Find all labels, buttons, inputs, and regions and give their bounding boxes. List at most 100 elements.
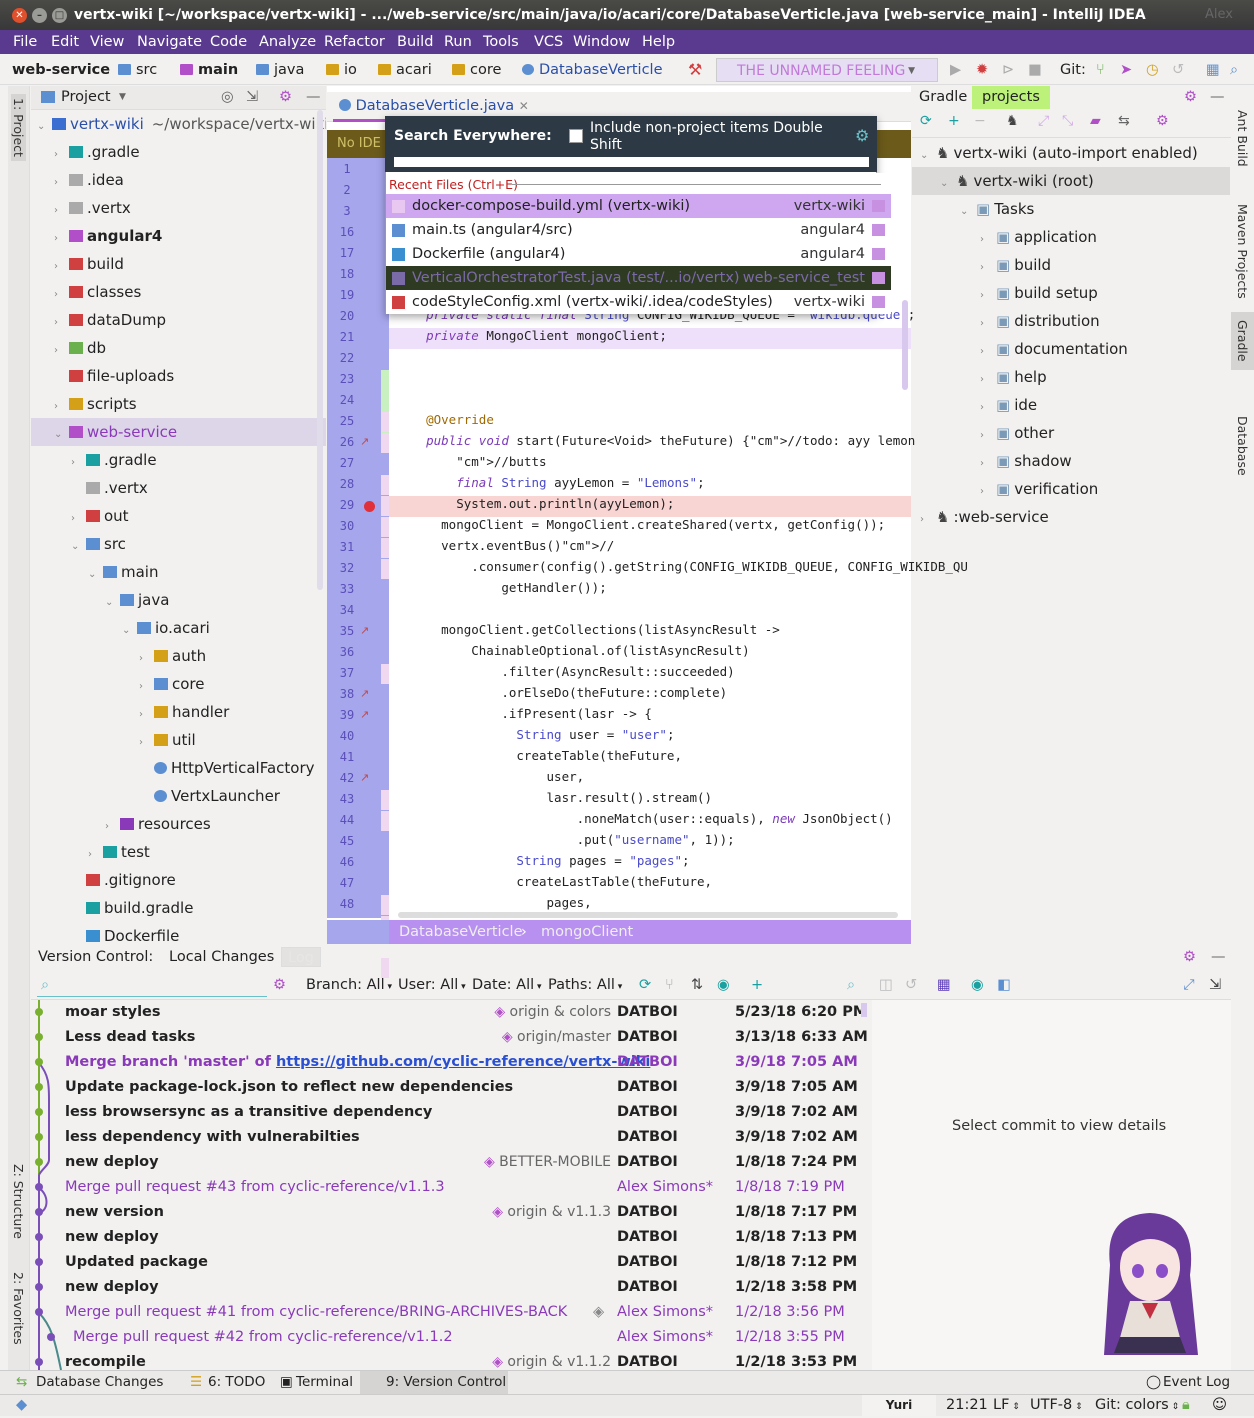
code-line[interactable]: .filter(AsyncResult::succeeded) [396, 664, 734, 679]
override-icon[interactable]: ↗ [360, 435, 369, 448]
coverage-icon[interactable]: ⊳ [1002, 55, 1014, 85]
commit-row[interactable]: Updated package DATBOI 1/8/18 7:12 PM [31, 1250, 871, 1275]
breadcrumb-java[interactable]: java [256, 55, 304, 85]
gradle-tree-item[interactable]: › ▣ documentation [972, 335, 1232, 363]
commit-row[interactable]: new deploy ◈ BETTER-MOBILE DATBOI 1/8/18 7:… [31, 1150, 871, 1175]
code-line[interactable]: user, [396, 769, 585, 784]
commit-row[interactable]: new deploy DATBOI 1/8/18 7:13 PM [31, 1225, 871, 1250]
encoding[interactable]: UTF-8 ⇕ [1030, 1395, 1083, 1418]
tree-item[interactable]: › out [31, 502, 326, 530]
caret-position[interactable]: 21:21 [946, 1395, 988, 1416]
editor-breadcrumb-class[interactable]: DatabaseVerticle [399, 920, 523, 944]
chevron-icon[interactable]: ⌄ [54, 421, 66, 449]
debug-icon[interactable]: ✹ [976, 55, 988, 85]
code-line[interactable]: final String ayyLemon = "Lemons"; [396, 475, 704, 490]
gradle-tree-item[interactable]: ⌄ ♞ vertx-wiki (auto-import enabled) [912, 139, 1232, 167]
revert-icon[interactable]: ↺ [905, 970, 917, 1000]
sort-icon[interactable]: ⇅ [691, 970, 703, 1000]
chevron-down-icon[interactable]: ▼ [119, 86, 126, 108]
diff-icon[interactable]: ◫ [879, 970, 893, 1000]
tree-item[interactable]: › build [31, 250, 326, 278]
hide-icon[interactable]: — [1210, 86, 1225, 108]
search-input[interactable] [394, 157, 869, 167]
commit-link[interactable]: https://github.com/cyclic-reference/vert… [276, 1054, 650, 1070]
breadcrumb-src[interactable]: src [118, 55, 157, 85]
tree-item[interactable]: file-uploads [31, 362, 326, 390]
branch-filter[interactable]: Branch: All ▾ [306, 970, 392, 1002]
eye-icon[interactable]: ◉ [717, 970, 730, 1000]
gradle-tree-item[interactable]: › ▣ verification [972, 475, 1232, 503]
commit-row[interactable]: new deploy DATBOI 1/2/18 3:58 PM [31, 1275, 871, 1300]
chevron-icon[interactable]: ⌄ [920, 142, 932, 170]
tree-item[interactable]: HttpVerticalFactory [31, 754, 326, 782]
tree-item[interactable]: ⌄ java [31, 586, 326, 614]
history-icon[interactable]: ◷ [1146, 55, 1159, 85]
menu-item-tools[interactable]: Tools [483, 31, 519, 53]
override-icon[interactable]: ↗ [360, 708, 369, 721]
chevron-icon[interactable]: ⌄ [71, 533, 83, 561]
stop-icon[interactable]: ■ [1028, 55, 1042, 85]
code-line[interactable]: "cm">//butts [396, 454, 546, 469]
chevron-icon[interactable]: › [54, 197, 66, 225]
tree-item[interactable]: › resources [31, 810, 326, 838]
tree-item[interactable]: › .gradle [31, 138, 326, 166]
chevron-icon[interactable]: › [54, 225, 66, 253]
chevron-icon[interactable]: › [105, 813, 117, 841]
menu-item-file[interactable]: File [13, 31, 37, 53]
run-icon[interactable]: ▶ [950, 55, 961, 85]
face-icon[interactable]: ☺ [1212, 1395, 1227, 1416]
tree-item[interactable]: ⌄ main [31, 558, 326, 586]
gradle-tree-item[interactable]: › ▣ ide [972, 391, 1232, 419]
branch-ref[interactable]: ◈ BETTER-MOBILE [484, 1150, 611, 1175]
branch-ref[interactable]: ◈ origin & colors [494, 1000, 611, 1025]
tab-todo[interactable]: 6: TODO [208, 1371, 265, 1393]
commit-row[interactable]: Merge pull request #43 from cyclic-refer… [31, 1175, 871, 1200]
collapse-icon[interactable]: ⇲ [246, 86, 258, 108]
tree-item[interactable]: build.gradle [31, 894, 326, 922]
tree-item[interactable]: › classes [31, 278, 326, 306]
chevron-icon[interactable]: › [980, 310, 992, 338]
code-line[interactable]: mongoClient = MongoClient.createShared(v… [396, 517, 885, 532]
commit-row[interactable]: Update package-lock.json to reflect new … [31, 1075, 871, 1100]
chevron-icon[interactable]: › [54, 281, 66, 309]
remove-icon[interactable]: − [974, 113, 986, 129]
add-icon[interactable]: + [948, 113, 960, 129]
chevron-icon[interactable]: ⌄ [105, 589, 117, 617]
chevron-icon[interactable]: › [980, 450, 992, 478]
project-view-select[interactable]: Project [61, 86, 111, 108]
paths-filter[interactable]: Paths: All ▾ [548, 970, 622, 1002]
tool-tab-project[interactable]: 1: Project [11, 94, 26, 161]
tree-item[interactable]: ⌄ web-service [31, 418, 326, 446]
horizontal-scrollbar[interactable] [398, 912, 898, 918]
gradle-tree-item[interactable]: › ▣ other [972, 419, 1232, 447]
override-icon[interactable]: ↗ [360, 687, 369, 700]
preview-icon[interactable]: ◉ [971, 970, 984, 1000]
chevron-icon[interactable]: › [71, 505, 83, 533]
code-line[interactable]: String user = "user"; [396, 727, 674, 742]
chevron-icon[interactable]: › [980, 226, 992, 254]
code-line[interactable]: .consumer(config().getString(CONFIG_WIKI… [396, 559, 968, 574]
hammer-icon[interactable]: ⚒ [688, 55, 702, 85]
breadcrumb-io[interactable]: io [326, 55, 357, 85]
menu-item-window[interactable]: Window [573, 31, 630, 53]
tree-item[interactable]: Dockerfile [31, 922, 326, 944]
commit-row[interactable]: recompile ◈ origin & v1.1.2 DATBOI 1/2/18 3… [31, 1350, 871, 1370]
chevron-icon[interactable]: › [980, 422, 992, 450]
code-line[interactable]: public void start(Future<Void> theFuture… [396, 433, 915, 448]
search-icon[interactable]: ⌕ [1230, 55, 1238, 85]
gradle-tree-item[interactable]: › ▣ shadow [972, 447, 1232, 475]
tree-item[interactable]: › handler [31, 698, 326, 726]
chevron-icon[interactable]: › [139, 729, 151, 757]
tab-database-changes[interactable]: Database Changes [36, 1371, 163, 1393]
run-config-select[interactable]: THE UNNAMED FEELING ▼ [716, 58, 938, 82]
tool-tab-gradle[interactable]: Gradle [1231, 312, 1254, 370]
date-filter[interactable]: Date: All ▾ [472, 970, 542, 1002]
tab-local-changes[interactable]: Local Changes [169, 945, 274, 969]
grid-icon[interactable]: ▦ [937, 970, 951, 1000]
projects-tab[interactable]: projects [972, 86, 1050, 109]
tool-tab-database[interactable]: Database [1235, 416, 1250, 476]
revert-icon[interactable]: ↺ [1172, 55, 1184, 85]
menu-item-analyze[interactable]: Analyze [259, 31, 316, 53]
columns-icon[interactable]: ◧ [997, 970, 1011, 1000]
code-line[interactable]: System.out.println(ayyLemon); [396, 496, 674, 511]
